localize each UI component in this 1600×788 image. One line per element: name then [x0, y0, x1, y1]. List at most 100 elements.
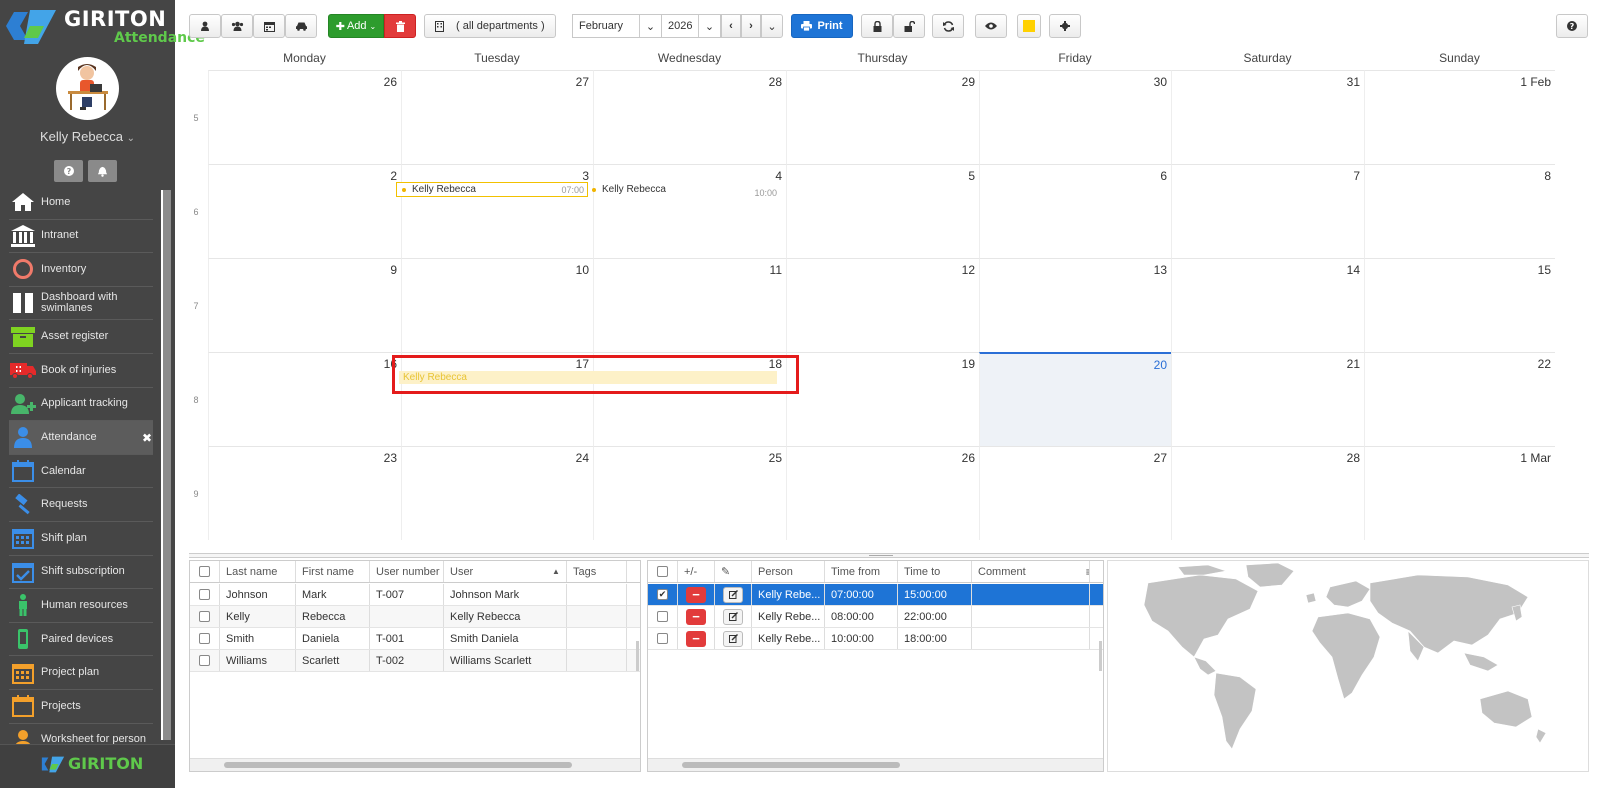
menu-icon[interactable]: ≡: [626, 565, 627, 579]
remove-button[interactable]: −: [686, 586, 706, 603]
table-row[interactable]: Williams Scarlett T-002 Williams Scarlett: [190, 650, 640, 672]
calendar-day[interactable]: 3: [401, 164, 593, 258]
calendar-event[interactable]: Kelly Rebecca 10:00: [592, 182, 780, 198]
calendar-day[interactable]: 1 Feb: [1364, 70, 1555, 164]
calendar-day[interactable]: 15: [1364, 258, 1555, 352]
checkbox[interactable]: [199, 633, 210, 644]
sidebar-item-asset-register[interactable]: Asset register: [9, 320, 153, 354]
sidebar-item-attendance[interactable]: Attendance ✖: [9, 421, 153, 455]
checkbox[interactable]: [657, 611, 668, 622]
month-select[interactable]: February ⌄: [572, 14, 662, 38]
lock-button[interactable]: [861, 14, 893, 38]
sidebar-item-requests[interactable]: Requests: [9, 488, 153, 522]
calendar-day[interactable]: 4: [593, 164, 786, 258]
table-row[interactable]: Smith Daniela T-001 Smith Daniela: [190, 628, 640, 650]
calendar-day[interactable]: 28: [1171, 446, 1364, 540]
refresh-button[interactable]: [932, 14, 964, 38]
checkbox[interactable]: ✔: [657, 589, 668, 600]
select-all-checkbox[interactable]: [648, 561, 678, 582]
calendar-day[interactable]: 5: [786, 164, 979, 258]
sidebar-item-project-plan[interactable]: Project plan: [9, 656, 153, 690]
notifications-button[interactable]: [88, 160, 117, 182]
sidebar-item-paired-devices[interactable]: Paired devices: [9, 623, 153, 657]
vertical-scrollbar[interactable]: [1099, 641, 1102, 671]
date-picker-button[interactable]: ⌄: [761, 14, 783, 38]
scrollbar-thumb[interactable]: [682, 762, 900, 768]
calendar-day[interactable]: 10: [401, 258, 593, 352]
sidebar-scrollbar[interactable]: [161, 190, 171, 740]
horizontal-scrollbar[interactable]: [648, 758, 1103, 771]
calendar-day-today[interactable]: 20: [979, 352, 1171, 446]
remove-cell[interactable]: −: [678, 584, 715, 605]
sidebar-item-inventory[interactable]: Inventory: [9, 253, 153, 287]
sidebar-item-applicant-tracking[interactable]: Applicant tracking: [9, 388, 153, 422]
vertical-scrollbar[interactable]: [636, 641, 639, 671]
row-checkbox[interactable]: [648, 628, 678, 649]
scrollbar-thumb[interactable]: [224, 762, 572, 768]
checkbox[interactable]: [657, 566, 668, 577]
row-checkbox[interactable]: [648, 606, 678, 627]
calendar-day[interactable]: 13: [979, 258, 1171, 352]
table-row[interactable]: ✔ − Kelly Rebe... 07:00:00 15:00:00: [648, 584, 1103, 606]
user-menu[interactable]: Kelly Rebecca ⌄: [0, 129, 175, 144]
sidebar-item-calendar[interactable]: Calendar: [9, 455, 153, 489]
calendar-day[interactable]: 29: [786, 70, 979, 164]
sidebar-item-shift-plan[interactable]: Shift plan: [9, 522, 153, 556]
row-checkbox[interactable]: [190, 628, 220, 649]
avatar[interactable]: [56, 57, 119, 120]
vehicle-button[interactable]: [285, 14, 317, 38]
row-checkbox[interactable]: ✔: [648, 584, 678, 605]
calendar-day[interactable]: 9: [208, 258, 401, 352]
checkbox[interactable]: [199, 566, 210, 577]
sidebar-item-human-resources[interactable]: Human resources: [9, 589, 153, 623]
sidebar-item-shift-subscription[interactable]: Shift subscription: [9, 556, 153, 590]
remove-button[interactable]: −: [686, 630, 706, 647]
next-month-button[interactable]: ›: [741, 14, 761, 38]
sidebar-item-projects[interactable]: Projects: [9, 690, 153, 724]
calendar-day[interactable]: 1 Mar: [1364, 446, 1555, 540]
calendar-day[interactable]: 8: [1364, 164, 1555, 258]
calendar-day[interactable]: 7: [1171, 164, 1364, 258]
horizontal-scrollbar[interactable]: [190, 758, 640, 771]
print-button[interactable]: Print: [791, 14, 853, 38]
calendar-day[interactable]: 16: [208, 352, 401, 446]
edit-cell[interactable]: [715, 606, 752, 627]
row-checkbox[interactable]: [190, 606, 220, 627]
table-row[interactable]: Johnson Mark T-007 Johnson Mark: [190, 584, 640, 606]
panel-splitter[interactable]: [189, 553, 1589, 558]
delete-button[interactable]: [384, 14, 416, 38]
color-picker-button[interactable]: [1017, 14, 1041, 38]
calendar-event[interactable]: Kelly Rebecca 07:00: [396, 182, 588, 197]
previous-month-button[interactable]: ‹: [721, 14, 741, 38]
edit-button[interactable]: [723, 608, 743, 625]
help-button[interactable]: ?: [54, 160, 83, 182]
calendar-day[interactable]: 31: [1171, 70, 1364, 164]
sidebar-item-intranet[interactable]: Intranet: [9, 220, 153, 254]
settings-button[interactable]: [1049, 14, 1081, 38]
table-row[interactable]: Kelly Rebecca Kelly Rebecca: [190, 606, 640, 628]
unlock-button[interactable]: [893, 14, 925, 38]
calendar-day[interactable]: 14: [1171, 258, 1364, 352]
menu-icon[interactable]: ≡: [1086, 565, 1089, 579]
calendar-day[interactable]: 12: [786, 258, 979, 352]
checkbox[interactable]: [199, 611, 210, 622]
sidebar-item-book-of-injuries[interactable]: Book of injuries: [9, 354, 153, 388]
remove-cell[interactable]: −: [678, 606, 715, 627]
checkbox[interactable]: [199, 655, 210, 666]
year-select[interactable]: 2026 ⌄: [661, 14, 721, 38]
visibility-button[interactable]: [975, 14, 1007, 38]
sidebar-item-dashboard-with-swimlanes[interactable]: Dashboard with swimlanes: [9, 287, 153, 321]
checkbox[interactable]: [657, 633, 668, 644]
checkbox[interactable]: [199, 589, 210, 600]
close-icon[interactable]: ✖: [142, 431, 152, 445]
remove-cell[interactable]: −: [678, 628, 715, 649]
calendar-day[interactable]: 2: [208, 164, 401, 258]
calendar-day[interactable]: 26: [208, 70, 401, 164]
calendar-day[interactable]: 27: [979, 446, 1171, 540]
calendar-day[interactable]: 25: [593, 446, 786, 540]
calendar-day[interactable]: 28: [593, 70, 786, 164]
row-checkbox[interactable]: [190, 650, 220, 671]
calendar-day[interactable]: 26: [786, 446, 979, 540]
remove-button[interactable]: −: [686, 608, 706, 625]
select-all-checkbox[interactable]: [190, 561, 220, 582]
